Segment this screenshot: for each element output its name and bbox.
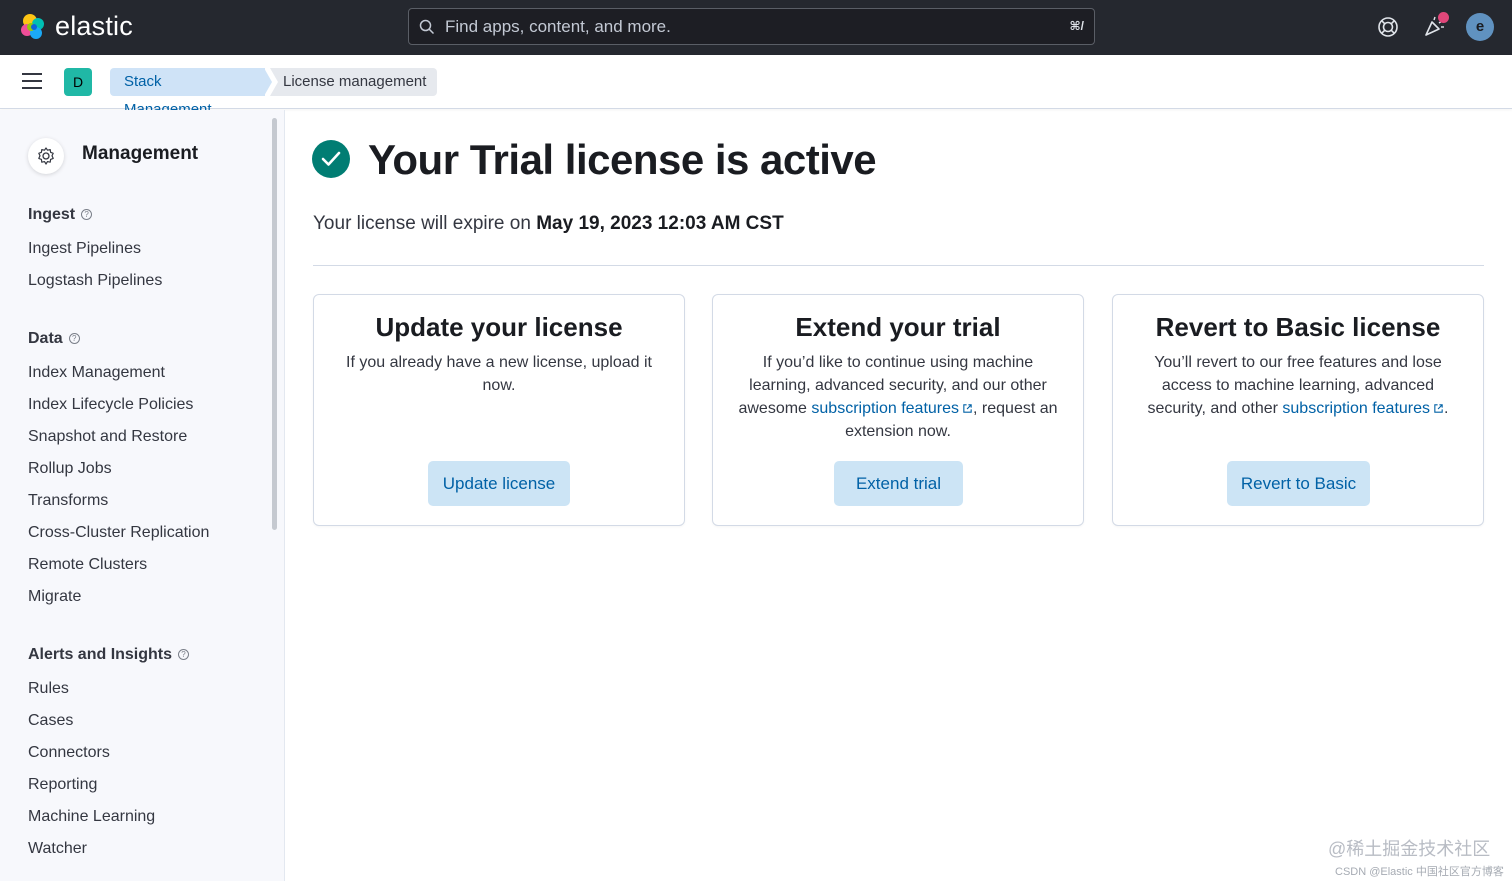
card-title: Extend your trial	[795, 312, 1001, 342]
sidebar-scrollbar[interactable]	[272, 118, 277, 530]
sidebar-item-index-management[interactable]: Index Management	[28, 364, 165, 382]
check-circle-icon	[312, 140, 350, 178]
watermark: @稀土掘金技术社区	[1328, 839, 1491, 859]
sidebar-item-logstash-pipelines[interactable]: Logstash Pipelines	[28, 272, 162, 290]
help-icon[interactable]: ?	[68, 333, 80, 344]
extend-trial-card: Extend your trial If you’d like to conti…	[712, 294, 1084, 526]
expiration-date: May 19, 2023 12:03 AM CST	[536, 213, 784, 234]
subscription-features-link[interactable]: subscription features	[1282, 400, 1444, 417]
extend-trial-button[interactable]: Extend trial	[834, 461, 963, 506]
breadcrumb-license-management: License management	[270, 68, 437, 96]
sidebar-item-migrate[interactable]: Migrate	[28, 588, 81, 606]
help-icon[interactable]	[1375, 14, 1401, 40]
revert-to-basic-card: Revert to Basic license You’ll revert to…	[1112, 294, 1484, 526]
card-description: If you’d like to continue using machine …	[738, 354, 1058, 440]
sidebar-item-index-lifecycle-policies[interactable]: Index Lifecycle Policies	[28, 396, 193, 414]
notification-dot	[1438, 12, 1449, 23]
search-shortcut: ⌘/	[1069, 19, 1084, 33]
sidebar-item-snapshot-and-restore[interactable]: Snapshot and Restore	[28, 428, 187, 446]
sidebar-section-alerts-and-insights: Alerts and Insights?	[28, 646, 190, 664]
global-search[interactable]: ⌘/	[408, 8, 1095, 45]
sidebar-title: Management	[82, 143, 199, 164]
subscription-features-link[interactable]: subscription features	[811, 400, 973, 417]
license-expiration: Your license will expire on May 19, 2023…	[313, 213, 784, 234]
sidebar-item-transforms[interactable]: Transforms	[28, 492, 108, 510]
divider	[313, 265, 1484, 266]
search-input[interactable]	[445, 9, 1045, 44]
sidebar-item-rollup-jobs[interactable]: Rollup Jobs	[28, 460, 112, 478]
help-icon[interactable]: ?	[81, 209, 93, 220]
sidebar-item-rules[interactable]: Rules	[28, 680, 69, 698]
external-link-icon	[1434, 404, 1443, 413]
sidebar-item-ingest-pipelines[interactable]: Ingest Pipelines	[28, 240, 141, 258]
sidebar-item-remote-clusters[interactable]: Remote Clusters	[28, 556, 147, 574]
help-icon[interactable]: ?	[178, 649, 190, 660]
sidebar-item-watcher[interactable]: Watcher	[28, 840, 87, 858]
user-avatar[interactable]: e	[1466, 13, 1494, 41]
breadcrumb-separator	[264, 68, 272, 96]
update-license-card: Update your license If you already have …	[313, 294, 685, 526]
sidebar-item-cases[interactable]: Cases	[28, 712, 73, 730]
sidebar-section-data: Data?	[28, 330, 80, 348]
breadcrumb-stack-management[interactable]: Stack Management	[110, 68, 265, 118]
page-title: Your Trial license is active	[368, 136, 877, 183]
sidebar-section-ingest: Ingest?	[28, 206, 93, 224]
sidebar-item-reporting[interactable]: Reporting	[28, 776, 97, 794]
card-title: Revert to Basic license	[1155, 312, 1441, 342]
card-description: If you already have a new license, uploa…	[346, 354, 652, 394]
gear-icon	[28, 138, 64, 174]
card-title: Update your license	[375, 312, 623, 342]
update-license-button[interactable]: Update license	[428, 461, 570, 506]
brand-name[interactable]: elastic	[55, 11, 133, 42]
card-description: You’ll revert to our free features and l…	[1147, 354, 1449, 417]
sidebar-item-connectors[interactable]: Connectors	[28, 744, 110, 762]
sidebar-item-cross-cluster-replication[interactable]: Cross-Cluster Replication	[28, 524, 209, 542]
watermark-caption: CSDN @Elastic 中国社区官方博客	[1335, 866, 1504, 878]
space-selector[interactable]: D	[64, 68, 92, 96]
menu-toggle-icon[interactable]	[22, 73, 42, 89]
sidebar-item-machine-learning[interactable]: Machine Learning	[28, 808, 155, 826]
elastic-logo-icon[interactable]	[18, 12, 48, 42]
search-icon	[419, 19, 435, 35]
external-link-icon	[963, 404, 972, 413]
revert-to-basic-button[interactable]: Revert to Basic	[1227, 461, 1370, 506]
